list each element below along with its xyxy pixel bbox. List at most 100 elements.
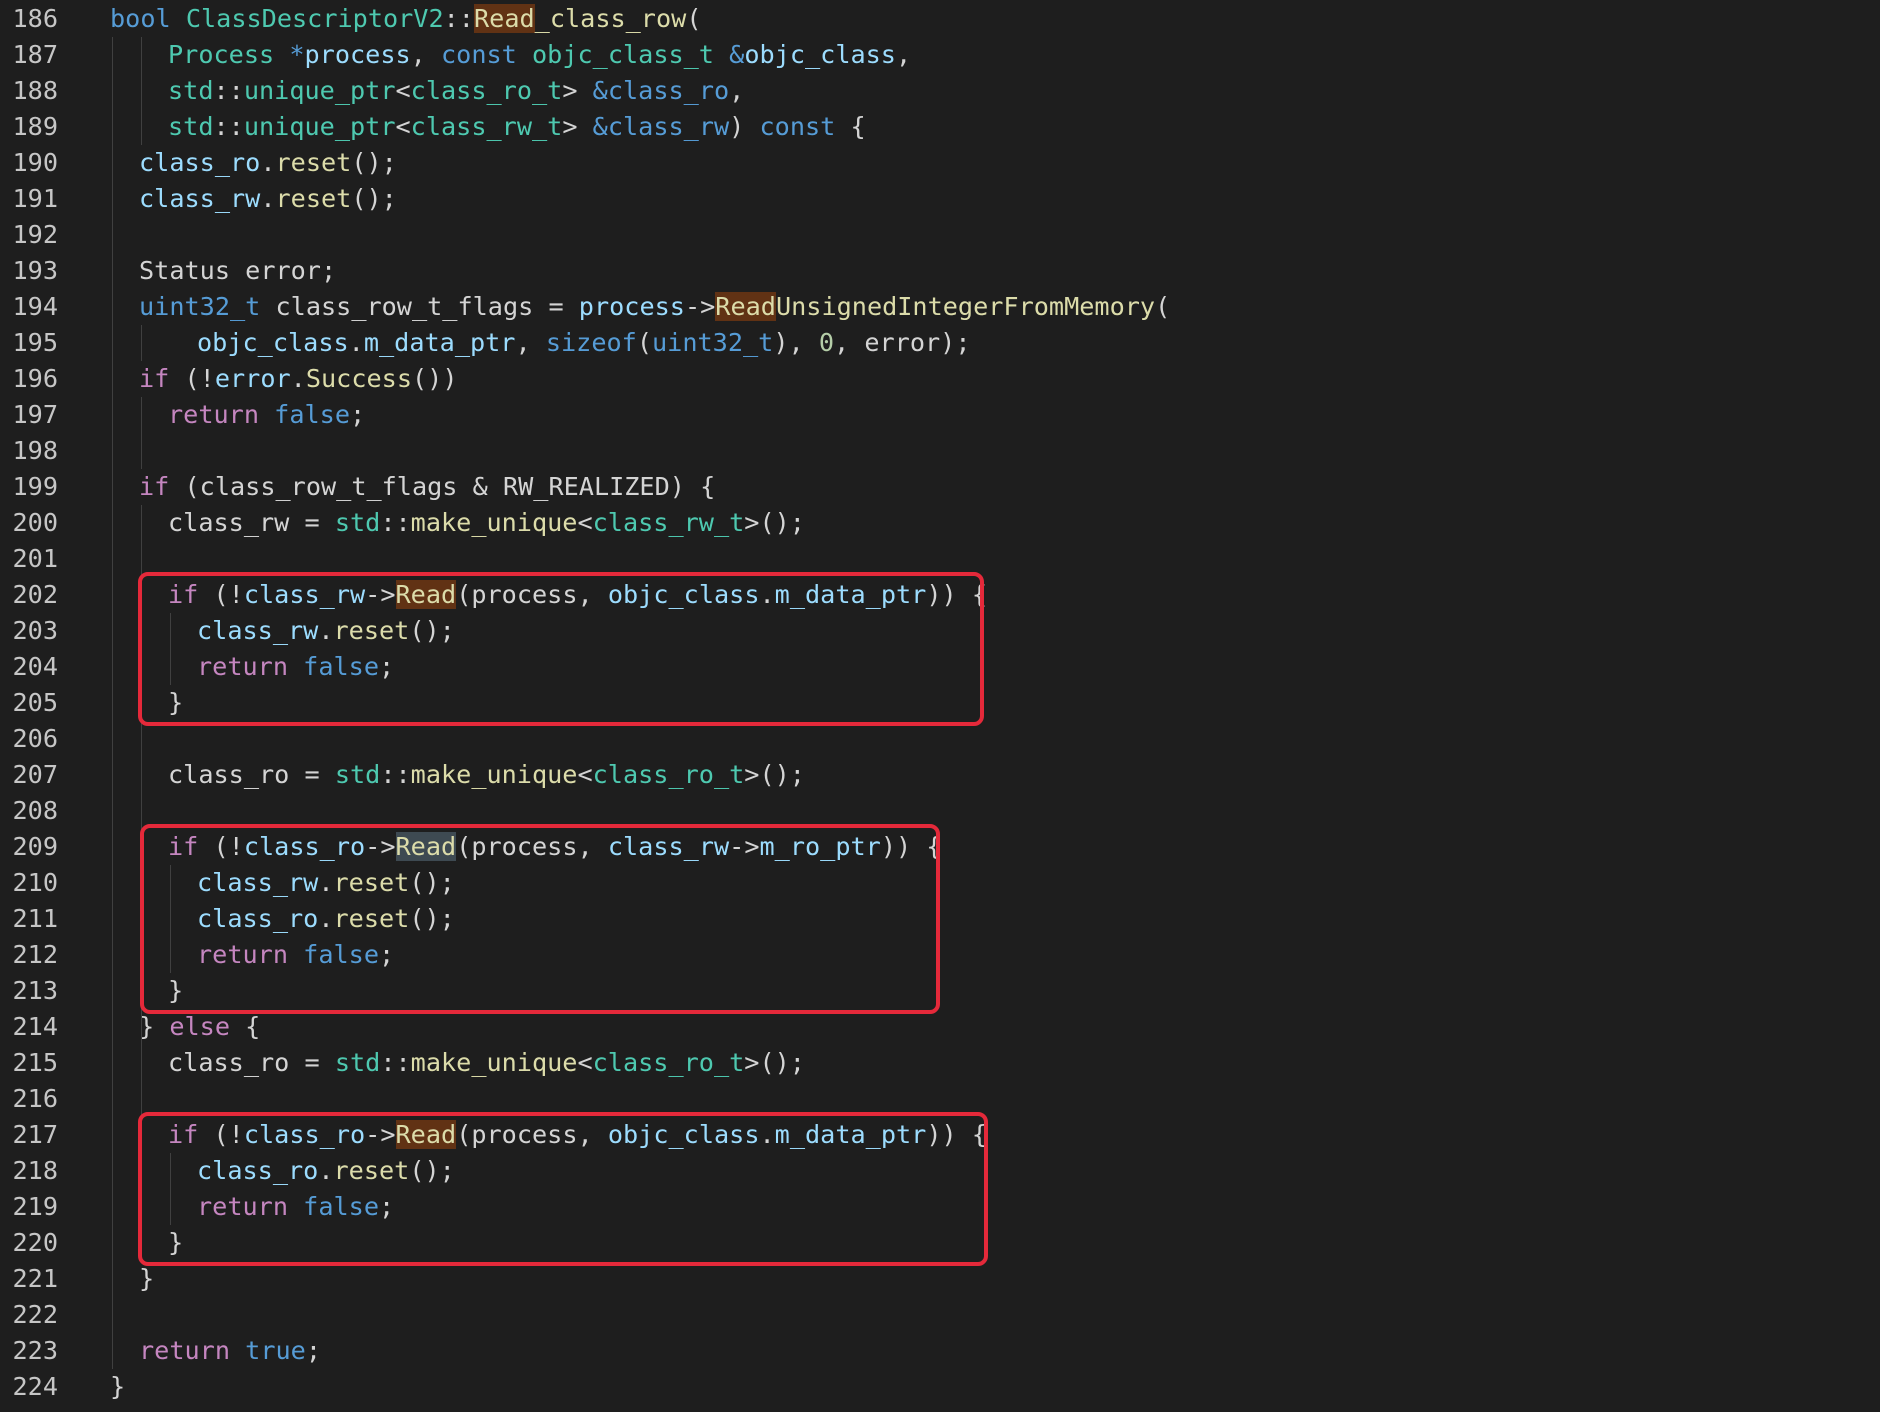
search-match-token: Read xyxy=(473,4,535,33)
code-token: < xyxy=(395,76,411,105)
line-number: 218 xyxy=(12,1156,59,1185)
code-line[interactable]: 191 class_rw.reset(); xyxy=(0,181,1880,217)
code-text: return true; xyxy=(139,1333,321,1369)
code-line[interactable]: 214} else { xyxy=(0,1009,1880,1045)
code-line[interactable]: 198 xyxy=(0,433,1880,469)
indent-guide xyxy=(112,37,113,1369)
code-token: make_unique xyxy=(410,1048,578,1077)
code-token: sizeof xyxy=(545,328,637,357)
code-token: :: xyxy=(213,112,244,141)
code-line[interactable]: 189 std::unique_ptr<class_rw_t> &class_rw… xyxy=(0,109,1880,145)
line-number: 205 xyxy=(12,688,59,717)
line-number: 214 xyxy=(12,1012,59,1041)
code-line[interactable]: 194 uint32_t class_row_t_flags = process-… xyxy=(0,289,1880,325)
code-token: return xyxy=(168,400,259,429)
code-token: ), xyxy=(773,328,819,357)
code-token: else xyxy=(169,1012,231,1041)
code-token: (); xyxy=(351,148,397,177)
code-line[interactable]: 221} xyxy=(0,1261,1880,1297)
code-token: { xyxy=(230,1012,261,1041)
indent-guide xyxy=(141,37,142,145)
code-text: class_ro = std::make_unique<class_ro_t>(… xyxy=(168,1045,805,1081)
code-token: bool xyxy=(110,4,171,33)
line-number: 203 xyxy=(12,616,59,645)
line-number: 194 xyxy=(12,292,59,321)
code-token: class_row_t_flags = xyxy=(260,292,579,321)
code-text: Status error; xyxy=(139,253,336,289)
code-line[interactable]: 187 Process *process, const objc_class_t … xyxy=(0,37,1880,73)
code-line[interactable]: 186 bool ClassDescriptorV2::Read_class_ro… xyxy=(0,1,1880,37)
line-number: 192 xyxy=(12,220,59,249)
code-line[interactable]: 197 return false; xyxy=(0,397,1880,433)
highlight-box-read-class-ro-from-rw-block xyxy=(140,824,940,1014)
code-token: ; xyxy=(350,400,366,429)
line-number: 198 xyxy=(12,436,59,465)
code-token: } xyxy=(110,1372,126,1401)
code-text: class_rw = std::make_unique<class_rw_t>(… xyxy=(168,505,805,541)
code-token: < xyxy=(577,508,593,537)
code-token: class_ro_t xyxy=(592,1048,745,1077)
code-token: ()) xyxy=(412,364,458,393)
code-token: std xyxy=(168,112,214,141)
code-line[interactable]: 192 xyxy=(0,217,1880,253)
code-token: ( xyxy=(636,328,652,357)
line-number: 191 xyxy=(12,184,59,213)
line-number: 220 xyxy=(12,1228,59,1257)
code-text: } else { xyxy=(139,1009,260,1045)
indent-guide xyxy=(141,397,142,469)
code-token: uint32_t xyxy=(139,292,261,321)
code-token: < xyxy=(577,1048,593,1077)
code-line[interactable]: 188 std::unique_ptr<class_ro_t> &class_ro… xyxy=(0,73,1880,109)
code-line[interactable]: 206 xyxy=(0,721,1880,757)
code-token: class_ro_t xyxy=(410,76,563,105)
code-token: } xyxy=(139,1012,170,1041)
code-token: class_ro = xyxy=(168,760,335,789)
code-token: ClassDescriptorV2 xyxy=(185,4,444,33)
code-token: class_rw_t xyxy=(592,508,745,537)
code-token: < xyxy=(577,760,593,789)
code-token: :: xyxy=(443,4,474,33)
code-token: Success xyxy=(305,364,412,393)
code-token: if xyxy=(139,472,170,501)
code-token: process xyxy=(304,40,411,69)
line-number: 200 xyxy=(12,508,59,537)
code-token: :: xyxy=(380,1048,411,1077)
code-text: } xyxy=(139,1261,154,1297)
line-number: 223 xyxy=(12,1336,59,1365)
code-line[interactable]: 215 class_ro = std::make_unique<class_ro_… xyxy=(0,1045,1880,1081)
line-number: 207 xyxy=(12,760,59,789)
code-token: uint32_t xyxy=(652,328,774,357)
code-token: error xyxy=(214,364,291,393)
code-token: false xyxy=(274,400,350,429)
code-line[interactable]: 195 objc_class.m_data_ptr, sizeof(uint32_… xyxy=(0,325,1880,361)
code-token: return xyxy=(139,1336,230,1365)
code-line[interactable]: 196 if (!error.Success()) xyxy=(0,361,1880,397)
code-token: ( xyxy=(686,4,702,33)
code-line[interactable]: 224} xyxy=(0,1369,1880,1405)
code-line[interactable]: 200 class_rw = std::make_unique<class_rw_… xyxy=(0,505,1880,541)
code-token: true xyxy=(245,1336,306,1365)
code-text: if (!error.Success()) xyxy=(139,361,458,397)
code-token: >(); xyxy=(744,760,805,789)
code-token: , xyxy=(410,40,441,69)
code-token: . xyxy=(260,184,276,213)
code-token: , xyxy=(515,328,546,357)
code-line[interactable]: 190 class_ro.reset(); xyxy=(0,145,1880,181)
code-token: . xyxy=(348,328,364,357)
line-number: 215 xyxy=(12,1048,59,1077)
code-token: } xyxy=(139,1264,155,1293)
code-line[interactable]: 222 xyxy=(0,1297,1880,1333)
code-token: class_ro xyxy=(139,148,261,177)
highlight-box-read-class-rw-block xyxy=(138,572,984,726)
code-line[interactable]: 207 class_ro = std::make_unique<class_ro_… xyxy=(0,757,1880,793)
code-token: class_rw xyxy=(139,184,261,213)
code-editor[interactable]: 186 bool ClassDescriptorV2::Read_class_ro… xyxy=(0,0,1880,1412)
code-line[interactable]: 199 if (class_row_t_flags & RW_REALIZED) … xyxy=(0,469,1880,505)
line-number: 219 xyxy=(12,1192,59,1221)
code-line[interactable]: 193 Status error; xyxy=(0,253,1880,289)
code-line[interactable]: 223 return true; xyxy=(0,1333,1880,1369)
